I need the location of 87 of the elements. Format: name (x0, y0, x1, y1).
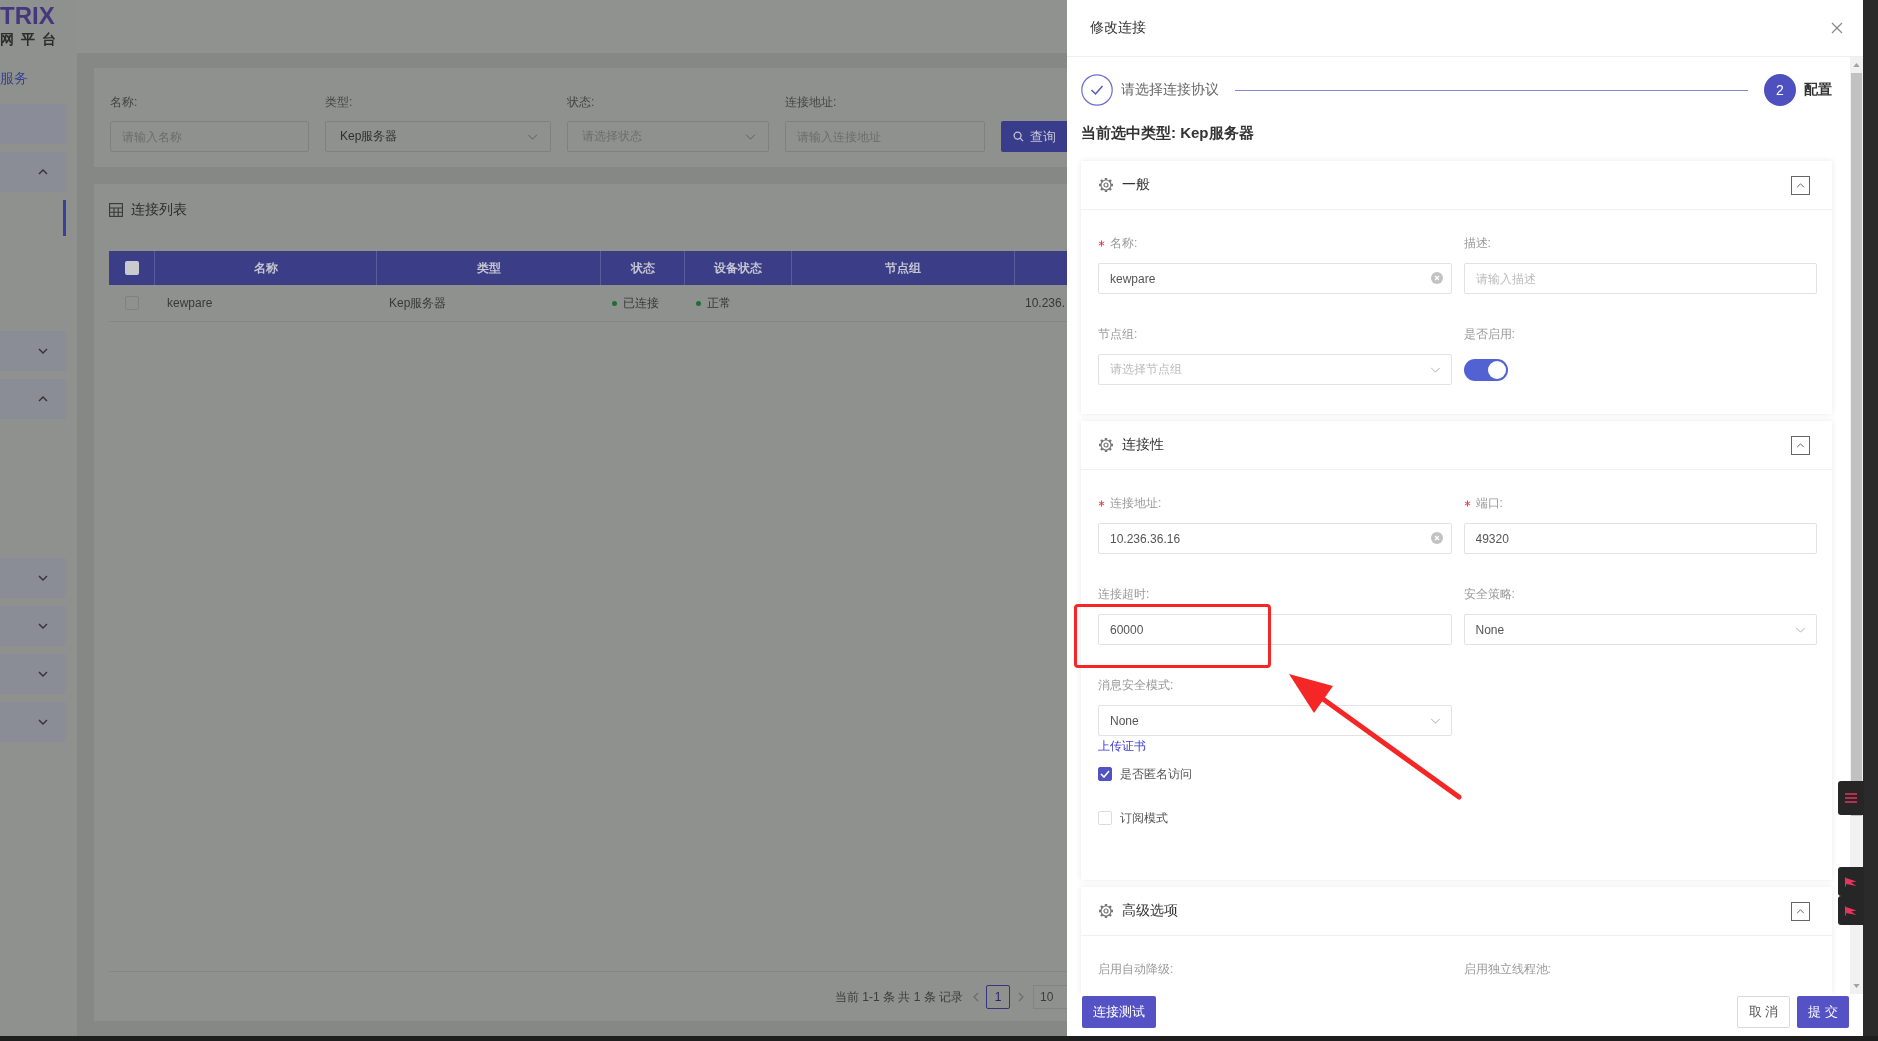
selected-type-heading: 当前选中类型: Kep服务器 (1081, 123, 1254, 143)
clear-icon[interactable] (1430, 532, 1443, 544)
checkbox-label: 是否匿名访问 (1120, 765, 1192, 783)
text-input[interactable]: 请输入描述 (1463, 263, 1817, 294)
field-label: 是否启用: (1463, 325, 1515, 343)
gear-icon (1098, 437, 1114, 453)
table-cell: Kep服务器 (389, 294, 447, 312)
status-text: 正常 (707, 294, 731, 312)
card-title: 连接列表 (131, 201, 187, 219)
dropdown-select[interactable]: None (1098, 705, 1452, 736)
field-label: 消息安全模式: (1098, 676, 1174, 694)
column-header[interactable]: 状态 (601, 251, 685, 285)
field-label: 端口: (1475, 494, 1503, 512)
field-label: 连接地址: (1110, 494, 1162, 512)
side-tool-button[interactable] (1838, 781, 1864, 815)
gear-icon (1098, 177, 1114, 193)
pagination-summary: 当前 1-1 条 共 1 条 记录 (834, 988, 963, 1006)
close-icon[interactable] (1831, 22, 1843, 34)
secondary-button[interactable]: 取 消 (1736, 996, 1791, 1028)
chevron-down-icon (1795, 626, 1806, 633)
table-cell: kewpare (167, 296, 213, 310)
field-label: 启用独立线程池: (1463, 960, 1551, 978)
logo-text: TRIX (0, 1, 55, 30)
table-cell: 10.236. (1025, 296, 1066, 310)
menu-icon (1845, 793, 1857, 803)
sidebar-heading: 服务 (0, 69, 28, 88)
step-label: 配置 (1804, 81, 1832, 99)
collapse-button[interactable] (1791, 175, 1810, 195)
side-tool-button[interactable] (1838, 867, 1864, 896)
column-header[interactable]: 节点组 (792, 251, 1015, 285)
upload-link[interactable]: 上传证书 (1098, 737, 1146, 755)
column-header[interactable]: 名称 (155, 251, 377, 285)
text-input[interactable]: 60000 (1098, 614, 1452, 645)
chevron-down-icon (527, 133, 538, 140)
chevron-up-icon (1796, 182, 1805, 188)
column-header[interactable]: 类型 (377, 251, 601, 285)
clear-icon[interactable] (1430, 272, 1443, 284)
logo-subtitle: 网平台 (0, 30, 63, 48)
column-header[interactable]: 设备状态 (685, 251, 792, 285)
chevron-down-icon (745, 133, 756, 140)
filter-label: 连接地址: (785, 94, 837, 111)
dropdown-select[interactable]: None (1463, 614, 1817, 645)
drawer-title: 修改连接 (1090, 19, 1146, 37)
scroll-down-icon[interactable] (1853, 984, 1860, 988)
gear-icon (1098, 903, 1114, 919)
field-label: 安全策略: (1463, 585, 1515, 603)
field-label: 连接超时: (1098, 585, 1150, 603)
checkbox-label: 订阅模式 (1120, 809, 1168, 827)
chevron-up-icon (1796, 442, 1805, 448)
chevron-up-icon (1796, 908, 1805, 914)
page-button[interactable]: 1 (986, 985, 1010, 1009)
step-number: 2 (1764, 74, 1796, 106)
text-input[interactable]: 49320 (1463, 523, 1817, 554)
side-tool-button[interactable] (1838, 896, 1864, 925)
checkbox[interactable] (124, 261, 139, 275)
section-title: 连接性 (1122, 436, 1165, 454)
collapse-button[interactable] (1791, 435, 1810, 455)
text-input[interactable]: kewpare (1098, 263, 1452, 294)
section-title: 高级选项 (1122, 902, 1179, 920)
field-label: 节点组: (1098, 325, 1138, 343)
text-input[interactable]: 10.236.36.16 (1098, 523, 1452, 554)
field-label: 启用自动降级: (1098, 960, 1174, 978)
chevron-down-icon (1429, 366, 1441, 373)
chevron-down-icon (1429, 717, 1441, 724)
chevron-right-icon[interactable] (1018, 992, 1024, 1002)
field-label: 名称: (1110, 234, 1138, 252)
status-text: 已连接 (623, 294, 659, 312)
scroll-up-icon[interactable] (1853, 63, 1860, 67)
flag-icon (1845, 876, 1857, 887)
filter-label: 名称: (110, 94, 138, 111)
chevron-left-icon[interactable] (973, 992, 979, 1002)
collapse-button[interactable] (1791, 901, 1810, 921)
primary-button[interactable]: 连接测试 (1082, 996, 1156, 1028)
filter-label: 状态: (567, 94, 595, 111)
field-label: 描述: (1463, 234, 1491, 252)
section-title: 一般 (1122, 176, 1151, 194)
checkbox[interactable] (1098, 767, 1112, 781)
scrollbar-thumb[interactable] (1851, 73, 1862, 816)
table-icon (109, 203, 123, 217)
flag-icon (1845, 905, 1857, 916)
query-button[interactable]: 查询 (1001, 121, 1067, 152)
search-icon (1013, 131, 1024, 142)
primary-button[interactable]: 提 交 (1797, 996, 1849, 1028)
toggle-switch[interactable] (1463, 358, 1508, 381)
step-label: 请选择连接协议 (1121, 81, 1219, 99)
filter-select[interactable]: Kep服务器 (325, 121, 551, 152)
filter-label: 类型: (325, 94, 353, 111)
